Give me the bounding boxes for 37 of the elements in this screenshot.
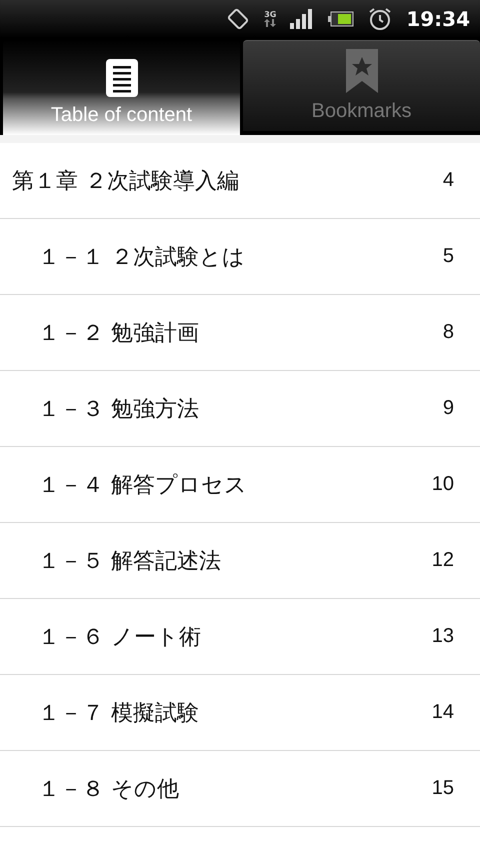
- page-number: 9: [442, 397, 454, 420]
- page-number: 13: [432, 625, 454, 648]
- toc-title: １－２ 勉強計画: [38, 320, 199, 348]
- network-type: 3G: [264, 11, 276, 19]
- battery-icon: [328, 11, 354, 27]
- toc-title: １－３ 勉強方法: [38, 396, 199, 424]
- document-icon: [104, 58, 138, 98]
- signal-icon: [290, 9, 314, 29]
- toc-item[interactable]: １－２ 勉強計画 8: [0, 295, 480, 371]
- page-number: 14: [432, 701, 454, 724]
- toc-title: １－１ ２次試験とは: [38, 244, 245, 272]
- toc-item[interactable]: １－４ 解答プロセス 10: [0, 447, 480, 523]
- page-number: 5: [442, 245, 454, 268]
- toc-item[interactable]: 第１章 ２次試験導入編 4: [0, 143, 480, 219]
- toc-title: １－８ その他: [38, 776, 179, 804]
- toc-item[interactable]: １－７ 模擬試験 14: [0, 675, 480, 751]
- page-number: 8: [442, 321, 454, 344]
- toc-title: １－４ 解答プロセス: [38, 472, 247, 500]
- page-number: 15: [432, 777, 454, 800]
- bookmark-icon: [344, 48, 378, 94]
- data-arrows-icon: [264, 19, 276, 27]
- toc-item[interactable]: １－８ その他 15: [0, 751, 480, 827]
- alarm-clock-icon: [368, 7, 392, 31]
- toc-item[interactable]: １－３ 勉強方法 9: [0, 371, 480, 447]
- page-number: 4: [442, 169, 454, 192]
- toc-title: １－５ 解答記述法: [38, 548, 221, 576]
- rotation-icon: [226, 7, 250, 31]
- toc-item[interactable]: １－５ 解答記述法 12: [0, 523, 480, 599]
- toc-title: １－７ 模擬試験: [38, 700, 199, 728]
- tab[interactable]: Bookmarks: [243, 40, 480, 131]
- toc-item[interactable]: １－６ ノート術 13: [0, 599, 480, 675]
- toc-title: １－６ ノート術: [38, 624, 201, 652]
- toc-title: 第１章 ２次試験導入編: [12, 168, 239, 196]
- page-number: 10: [432, 473, 454, 496]
- toc-item[interactable]: １－１ ２次試験とは 5: [0, 219, 480, 295]
- page-number: 12: [432, 549, 454, 572]
- clock-time: 19:34: [406, 7, 470, 31]
